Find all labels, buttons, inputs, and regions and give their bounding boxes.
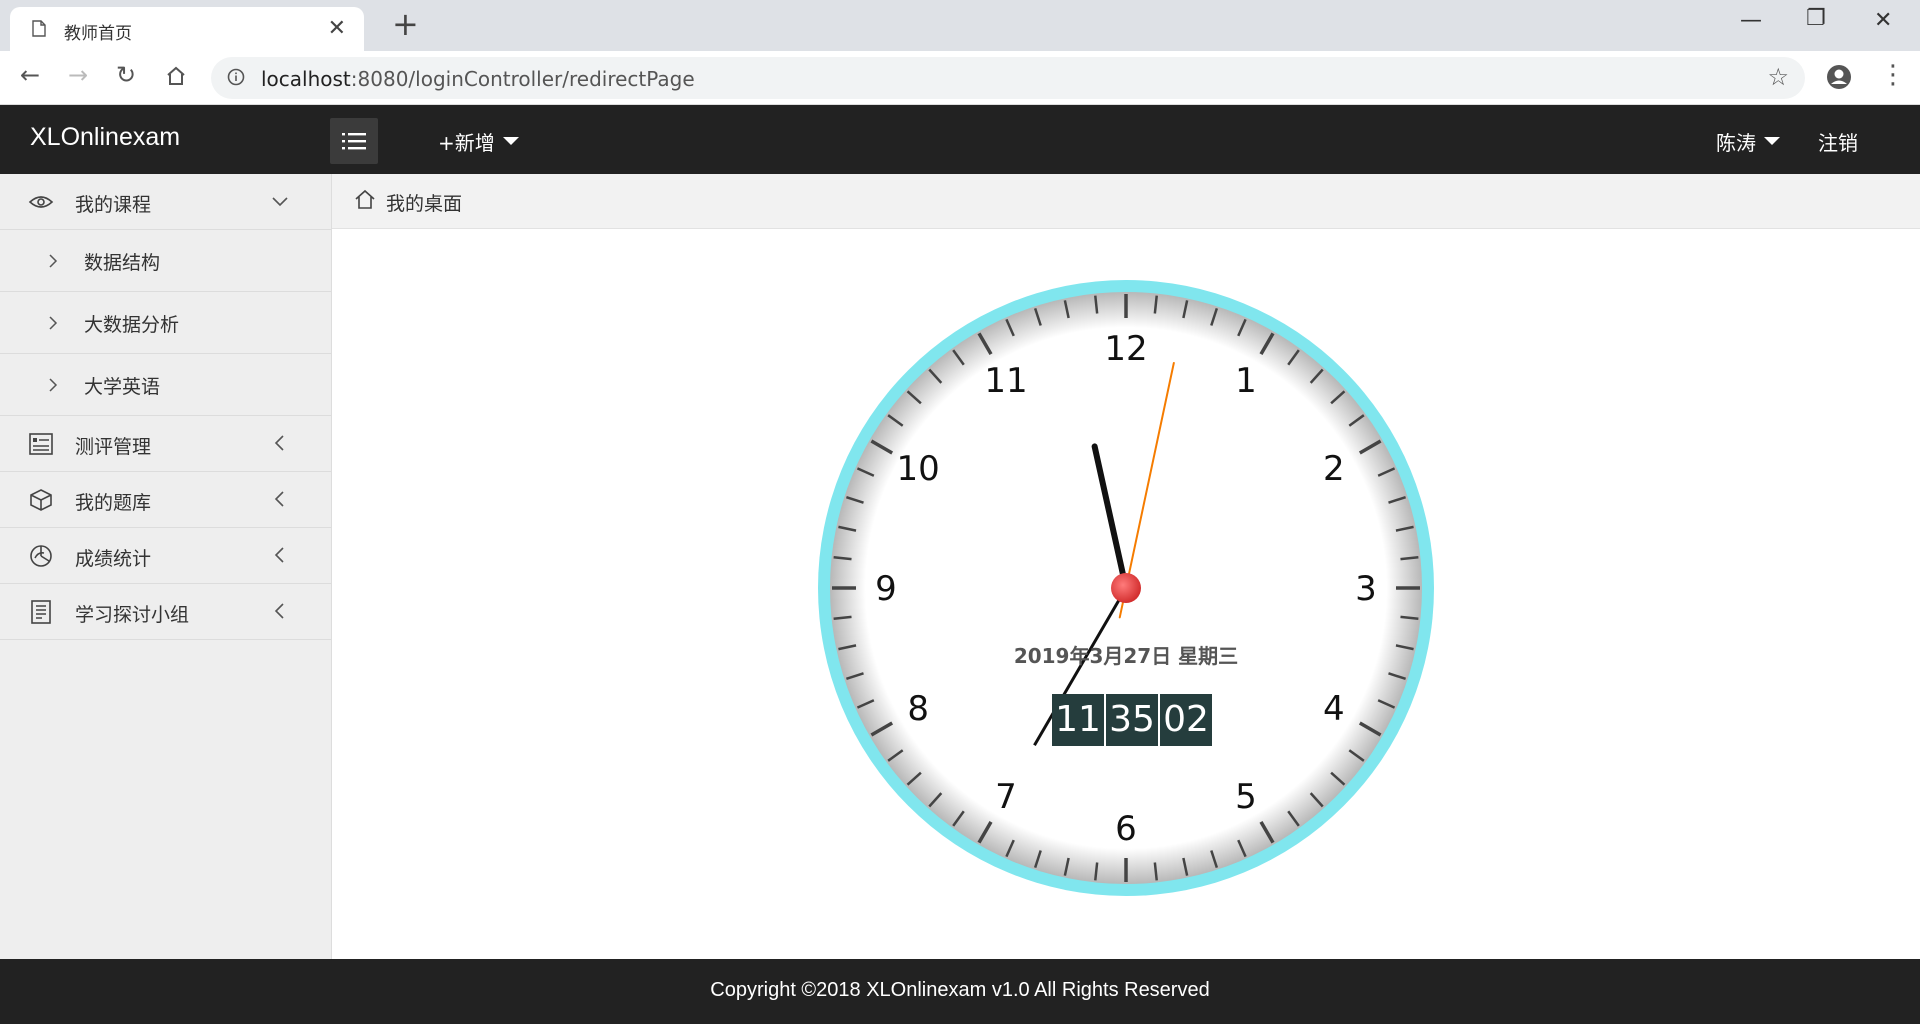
- clock-numeral: 9: [875, 569, 897, 609]
- back-icon[interactable]: ←: [20, 61, 40, 89]
- sidebar-group-question-bank[interactable]: 我的题库: [0, 472, 331, 528]
- sidebar-group-label: 学习探讨小组: [75, 604, 190, 626]
- notebook-icon: [31, 600, 51, 624]
- user-name: 陈涛: [1716, 131, 1756, 155]
- close-tab-icon[interactable]: ✕: [328, 16, 346, 41]
- sidebar-group-study-groups[interactable]: 学习探讨小组: [0, 584, 331, 640]
- address-bar[interactable]: localhost:8080/loginController/redirectP…: [211, 57, 1805, 99]
- sidebar-group-label: 成绩统计: [75, 548, 152, 570]
- clock-numeral: 1: [1235, 361, 1257, 401]
- reload-icon[interactable]: ↻: [116, 61, 136, 89]
- sidebar: 我的课程 数据结构 大数据分析 大学英语 测评管理 我的题库 成绩统计 学习探讨…: [0, 174, 332, 959]
- new-tab-icon[interactable]: +: [392, 8, 419, 40]
- clock-face: 121234567891011: [818, 280, 1434, 896]
- clock-numeral: 7: [995, 777, 1017, 817]
- chevron-right-icon: [49, 378, 58, 392]
- caret-down-icon: [1764, 136, 1780, 145]
- window-close-icon[interactable]: ✕: [1874, 8, 1892, 33]
- sidebar-item-data-structures[interactable]: 数据结构: [0, 230, 331, 292]
- copyright-text: Copyright ©2018 XLOnlinexam v1.0 All Rig…: [710, 979, 1210, 1001]
- digital-minutes: 35: [1106, 694, 1158, 746]
- home-icon[interactable]: [165, 65, 187, 87]
- chevron-left-icon: [274, 491, 284, 507]
- clock-numeral: 12: [1104, 329, 1147, 369]
- sidebar-group-score-stats[interactable]: 成绩统计: [0, 528, 331, 584]
- app-logo[interactable]: XLOnlinexam: [30, 123, 180, 152]
- clock-numeral: 2: [1323, 449, 1345, 489]
- add-new-label: +新增: [438, 131, 495, 155]
- eye-icon: [28, 196, 54, 208]
- clock-numeral: 10: [897, 449, 940, 489]
- chevron-left-icon: [274, 603, 284, 619]
- clock-numeral: 8: [907, 689, 929, 729]
- sidebar-group-label: 测评管理: [75, 436, 152, 458]
- user-dropdown[interactable]: 陈涛: [1716, 127, 1780, 156]
- page-icon: [32, 20, 46, 37]
- sidebar-item-label: 大数据分析: [84, 314, 180, 336]
- browser-tab[interactable]: 教师首页 ✕: [10, 7, 364, 51]
- digital-time: 11 35 02: [1052, 694, 1212, 746]
- sidebar-group-label: 我的课程: [75, 194, 152, 216]
- box-icon: [30, 489, 52, 511]
- breadcrumb-item-desktop[interactable]: 我的桌面: [386, 189, 462, 216]
- url-text[interactable]: localhost:8080/loginController/redirectP…: [261, 67, 695, 91]
- minimize-icon[interactable]: —: [1740, 8, 1762, 33]
- sidebar-item-college-english[interactable]: 大学英语: [0, 354, 331, 416]
- menu-toggle-button[interactable]: [330, 118, 378, 164]
- add-new-dropdown[interactable]: +新增: [438, 127, 519, 156]
- clock-numeral: 11: [984, 361, 1027, 401]
- digital-hours: 11: [1052, 694, 1104, 746]
- clock-numeral: 6: [1115, 809, 1137, 849]
- form-icon: [29, 433, 53, 455]
- chevron-right-icon: [49, 316, 58, 330]
- chart-icon: [30, 545, 52, 567]
- sidebar-group-assessment[interactable]: 测评管理: [0, 416, 331, 472]
- breadcrumb: 我的桌面: [332, 174, 1920, 229]
- clock-center-cap: [1111, 573, 1141, 603]
- bookmark-star-icon[interactable]: ☆: [1767, 63, 1789, 91]
- profile-icon[interactable]: [1825, 63, 1853, 91]
- sidebar-item-big-data-analysis[interactable]: 大数据分析: [0, 292, 331, 354]
- home-icon[interactable]: [354, 188, 376, 210]
- chevron-right-icon: [49, 254, 58, 268]
- browser-tab-strip: 教师首页 ✕ + — ❐ ✕: [0, 0, 1920, 51]
- chevron-left-icon: [274, 435, 284, 451]
- clock-numeral: 3: [1355, 569, 1377, 609]
- chevron-left-icon: [274, 547, 284, 563]
- chevron-down-icon: [272, 197, 288, 207]
- sidebar-group-my-courses[interactable]: 我的课程: [0, 174, 331, 230]
- logout-link[interactable]: 注销: [1818, 127, 1858, 156]
- digital-seconds: 02: [1160, 694, 1212, 746]
- clock-date: 2019年3月27日 星期三: [1013, 644, 1239, 668]
- browser-toolbar: ← → ↻ localhost:8080/loginController/red…: [0, 51, 1920, 105]
- sidebar-item-label: 数据结构: [84, 252, 161, 274]
- caret-down-icon: [502, 136, 519, 145]
- more-menu-icon[interactable]: ⋮: [1880, 61, 1906, 89]
- clock-numeral: 4: [1323, 689, 1345, 729]
- footer: Copyright ©2018 XLOnlinexam v1.0 All Rig…: [0, 959, 1920, 1024]
- list-icon: [342, 133, 366, 150]
- info-icon[interactable]: [227, 68, 245, 86]
- restore-icon[interactable]: ❐: [1806, 6, 1826, 31]
- forward-icon[interactable]: →: [68, 61, 88, 89]
- sidebar-group-label: 我的题库: [75, 492, 152, 514]
- tab-title: 教师首页: [64, 24, 132, 44]
- app-header: XLOnlinexam +新增 陈涛 注销: [0, 105, 1920, 174]
- analog-clock: 12 1 2 3 4 5 6 7 8 9 10 11 2019年3月27日 星期三 11 35 02: [812, 274, 1440, 902]
- sidebar-item-label: 大学英语: [84, 376, 161, 398]
- clock-numeral: 5: [1235, 777, 1257, 817]
